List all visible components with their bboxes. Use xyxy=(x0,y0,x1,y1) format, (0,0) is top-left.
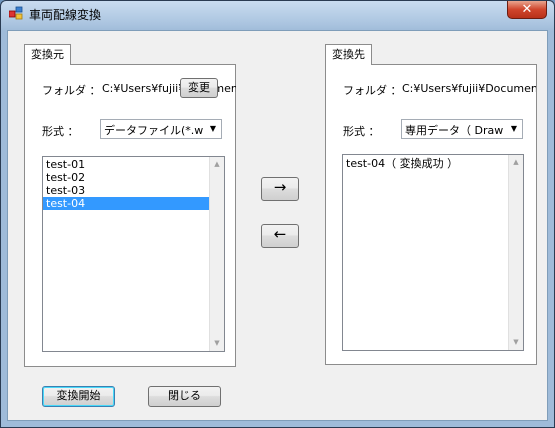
scroll-down-icon[interactable]: ▼ xyxy=(509,335,523,350)
source-list-scrollbar[interactable]: ▲ ▼ xyxy=(209,157,224,351)
list-item[interactable]: test-04 xyxy=(43,197,224,210)
destination-list-scrollbar[interactable]: ▲ ▼ xyxy=(508,155,523,350)
arrow-left-icon: ← xyxy=(273,225,287,243)
app-icon xyxy=(9,6,23,20)
scroll-up-icon[interactable]: ▲ xyxy=(509,155,523,170)
title-bar[interactable]: 車両配線変換 ✕ xyxy=(1,1,554,27)
close-window-button[interactable]: ✕ xyxy=(507,1,547,19)
client-area: 変換元 フォルダ ： C:¥Users¥fujii¥Documents 変更 形… xyxy=(7,30,548,421)
close-icon: ✕ xyxy=(521,2,533,17)
source-folder-label: フォルダ ： xyxy=(42,84,101,97)
window-title: 車両配線変換 xyxy=(29,8,102,22)
close-button[interactable]: 閉じる xyxy=(148,386,221,407)
chevron-down-icon: ▼ xyxy=(209,124,217,133)
tab-destination[interactable]: 変換先 xyxy=(325,44,372,65)
change-folder-button[interactable]: 変更 xyxy=(180,78,218,98)
source-format-label: 形式 ： xyxy=(42,125,79,138)
list-item[interactable]: test-01 xyxy=(43,158,224,171)
app-window: 車両配線変換 ✕ 変換元 フォルダ ： C:¥Users¥fujii¥Docum… xyxy=(0,0,555,428)
source-file-list[interactable]: test-01 test-02 test-03 test-04 ▲ ▼ xyxy=(42,156,225,352)
arrow-right-icon: → xyxy=(273,178,287,196)
move-left-button[interactable]: ← xyxy=(261,224,299,248)
destination-format-label: 形式 ： xyxy=(343,125,380,138)
destination-panel: フォルダ ： C:¥Users¥fujii¥Documents 形式 ： 専用デ… xyxy=(325,64,537,365)
list-item[interactable]: test-04（ 変換成功 ） xyxy=(343,157,523,170)
source-format-select[interactable]: データファイル(*.wdsc ▼ xyxy=(100,119,222,139)
list-item[interactable]: test-03 xyxy=(43,184,224,197)
destination-folder-label: フォルダ ： xyxy=(343,84,402,97)
source-panel: フォルダ ： C:¥Users¥fujii¥Documents 変更 形式 ： … xyxy=(24,64,236,367)
scroll-down-icon[interactable]: ▼ xyxy=(210,336,224,351)
start-conversion-button[interactable]: 変換開始 xyxy=(42,386,115,407)
destination-format-value: 専用データ（ Draw ） xyxy=(405,124,504,137)
list-item[interactable]: test-02 xyxy=(43,171,224,184)
destination-file-list[interactable]: test-04（ 変換成功 ） ▲ ▼ xyxy=(342,154,524,351)
tab-source[interactable]: 変換元 xyxy=(24,44,71,65)
chevron-down-icon: ▼ xyxy=(510,124,518,133)
destination-folder-path: C:¥Users¥fujii¥Documents xyxy=(402,82,536,95)
scroll-up-icon[interactable]: ▲ xyxy=(210,157,224,172)
destination-format-select[interactable]: 専用データ（ Draw ） ▼ xyxy=(401,119,523,139)
move-right-button[interactable]: → xyxy=(261,177,299,201)
source-format-value: データファイル(*.wdsc xyxy=(104,124,203,137)
